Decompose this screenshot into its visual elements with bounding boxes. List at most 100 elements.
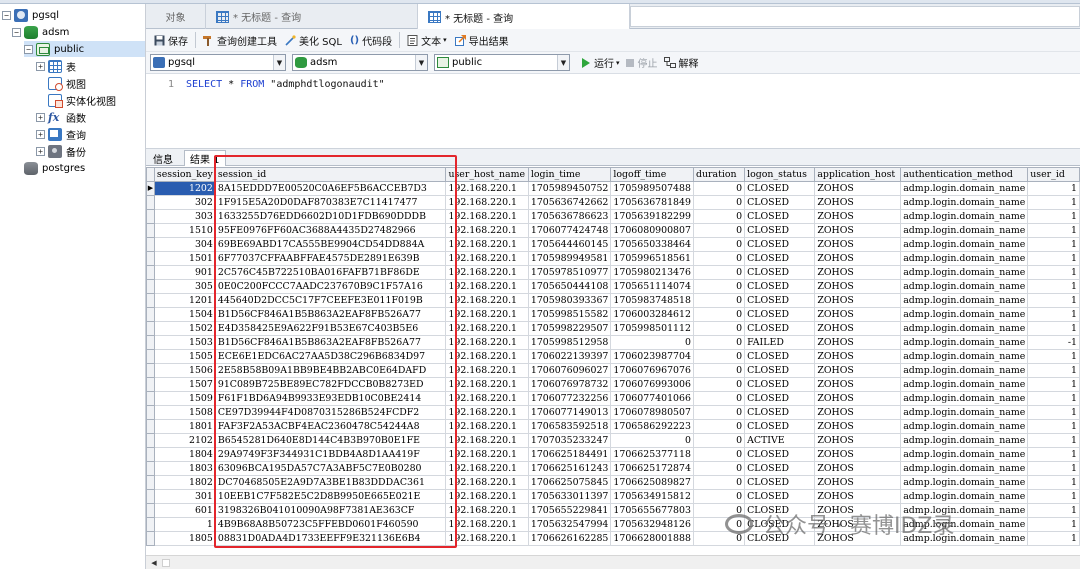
table-row[interactable]: 1510 95FE0976FF60AC3688A4435D27482966 192.… (146, 223, 1080, 238)
cell-duration[interactable]: 0 (692, 307, 746, 322)
cell-logoff-time[interactable]: 0 (610, 433, 694, 448)
cell-login-time[interactable]: 1705636786623 (527, 209, 612, 224)
cell-application-host[interactable]: ZOHOS (814, 279, 902, 294)
cell-user-id[interactable]: 1 (1027, 293, 1080, 308)
table-row[interactable]: 1501 6F77037CFFAABFFAE4575DE2891E639B 192.… (146, 251, 1080, 266)
table-row[interactable]: 1201 445640D2DCC5C17F7CEEFE3E011F019B 192.… (146, 293, 1080, 308)
cell-user-id[interactable]: 1 (1027, 307, 1080, 322)
expand-icon[interactable]: + (36, 61, 45, 71)
cell-user-id[interactable]: 1 (1027, 363, 1080, 378)
cell-user-host-name[interactable]: 192.168.220.1 (445, 223, 529, 238)
cell-session-key[interactable]: 1501 (153, 251, 216, 266)
cell-user-id[interactable]: 1 (1027, 237, 1080, 252)
cell-authentication-method[interactable]: admp.login.domain_name (900, 251, 1029, 266)
cell-session-id[interactable]: 6F77037CFFAABFFAE4575DE2891E639B (214, 251, 447, 266)
cell-duration[interactable]: 0 (692, 251, 746, 266)
tree-schema-public[interactable]: − public (24, 41, 145, 57)
cell-session-key[interactable]: 601 (153, 503, 216, 518)
column-header-login-time[interactable]: login_time (527, 167, 612, 182)
cell-logon-status[interactable]: CLOSED (744, 391, 816, 406)
cell-logon-status[interactable]: CLOSED (744, 447, 816, 462)
cell-user-id[interactable]: 1 (1027, 489, 1080, 504)
cell-application-host[interactable]: ZOHOS (814, 293, 902, 308)
cell-login-time[interactable]: 1706626162285 (527, 531, 612, 546)
cell-authentication-method[interactable]: admp.login.domain_name (900, 419, 1029, 434)
cell-logon-status[interactable]: CLOSED (744, 251, 816, 266)
cell-logon-status[interactable]: CLOSED (744, 265, 816, 280)
cell-session-key[interactable]: 302 (153, 195, 216, 210)
expand-icon[interactable]: + (36, 146, 45, 156)
cell-logoff-time[interactable]: 1706625377118 (610, 447, 694, 462)
cell-user-host-name[interactable]: 192.168.220.1 (445, 237, 529, 252)
cell-user-id[interactable]: 1 (1027, 405, 1080, 420)
cell-session-key[interactable]: 1805 (153, 531, 216, 546)
cell-authentication-method[interactable]: admp.login.domain_name (900, 181, 1029, 196)
row-indicator[interactable] (146, 279, 155, 294)
cell-session-id[interactable]: 2E58B58B09A1BB9BE4BB2ABC0E64DAFD (214, 363, 447, 378)
stop-button[interactable]: 停止 (625, 55, 658, 70)
cell-logoff-time[interactable]: 1705980213476 (610, 265, 694, 280)
column-header-application-host[interactable]: application_host (814, 167, 902, 182)
cell-user-host-name[interactable]: 192.168.220.1 (445, 531, 529, 546)
cell-duration[interactable]: 0 (692, 265, 746, 280)
cell-duration[interactable]: 0 (692, 335, 746, 350)
table-row[interactable]: 1801 FAF3F2A53ACBF4EAC2360478C54244A8 192.… (146, 419, 1080, 434)
cell-session-key[interactable]: 1508 (153, 405, 216, 420)
row-indicator[interactable] (146, 377, 155, 392)
cell-session-key[interactable]: 303 (153, 209, 216, 224)
cell-session-id[interactable]: 0E0C200FCCC7AADC237670B9C1F57A16 (214, 279, 447, 294)
cell-login-time[interactable]: 1706076096027 (527, 363, 612, 378)
cell-user-host-name[interactable]: 192.168.220.1 (445, 489, 529, 504)
cell-logon-status[interactable]: CLOSED (744, 475, 816, 490)
cell-authentication-method[interactable]: admp.login.domain_name (900, 307, 1029, 322)
cell-session-id[interactable]: 445640D2DCC5C17F7CEEFE3E011F019B (214, 293, 447, 308)
cell-logon-status[interactable]: CLOSED (744, 209, 816, 224)
cell-logon-status[interactable]: CLOSED (744, 181, 816, 196)
row-indicator[interactable] (146, 321, 155, 336)
cell-duration[interactable]: 0 (692, 195, 746, 210)
cell-authentication-method[interactable]: admp.login.domain_name (900, 237, 1029, 252)
beautify-sql-button[interactable]: 美化 SQL (281, 31, 346, 50)
table-row[interactable]: 304 69BE69ABD17CA555BE9904CD54DD884A 192.1… (146, 237, 1080, 252)
cell-session-key[interactable]: 1 (153, 517, 216, 532)
cell-user-host-name[interactable]: 192.168.220.1 (445, 405, 529, 420)
cell-application-host[interactable]: ZOHOS (814, 461, 902, 476)
cell-application-host[interactable]: ZOHOS (814, 349, 902, 364)
cell-session-id[interactable]: E4D358425E9A622F91B53E67C403B5E6 (214, 321, 447, 336)
cell-session-id[interactable]: 95FE0976FF60AC3688A4435D27482966 (214, 223, 447, 238)
cell-logon-status[interactable]: CLOSED (744, 489, 816, 504)
cell-session-key[interactable]: 1510 (153, 223, 216, 238)
cell-duration[interactable]: 0 (692, 391, 746, 406)
cell-application-host[interactable]: ZOHOS (814, 419, 902, 434)
cell-authentication-method[interactable]: admp.login.domain_name (900, 321, 1029, 336)
row-indicator[interactable] (146, 433, 155, 448)
table-row[interactable]: 1503 B1D56CF846A1B5B863A2EAF8FB526A77 192.… (146, 335, 1080, 350)
cell-user-host-name[interactable]: 192.168.220.1 (445, 279, 529, 294)
cell-user-host-name[interactable]: 192.168.220.1 (445, 335, 529, 350)
cell-authentication-method[interactable]: admp.login.domain_name (900, 223, 1029, 238)
table-row[interactable]: 305 0E0C200FCCC7AADC237670B9C1F57A16 192.1… (146, 279, 1080, 294)
cell-logoff-time[interactable]: 1706003284612 (610, 307, 694, 322)
cell-authentication-method[interactable]: admp.login.domain_name (900, 461, 1029, 476)
tab-query-2[interactable]: * 无标题 - 查询 (418, 4, 630, 30)
cell-user-host-name[interactable]: 192.168.220.1 (445, 251, 529, 266)
cell-session-id[interactable]: 91C089B725BE89EC782FDCCB0B8273ED (214, 377, 447, 392)
cell-session-key[interactable]: 901 (153, 265, 216, 280)
cell-session-key[interactable]: 1504 (153, 307, 216, 322)
column-header-session-id[interactable]: session_id (214, 167, 447, 182)
cell-user-id[interactable]: 1 (1027, 349, 1080, 364)
schema-select[interactable]: public ▼ (434, 54, 570, 71)
cell-user-id[interactable]: 1 (1027, 391, 1080, 406)
cell-duration[interactable]: 0 (692, 181, 746, 196)
cell-logon-status[interactable]: CLOSED (744, 461, 816, 476)
cell-login-time[interactable]: 1706625161243 (527, 461, 612, 476)
collapse-icon[interactable]: − (24, 44, 33, 54)
cell-duration[interactable]: 0 (692, 433, 746, 448)
cell-application-host[interactable]: ZOHOS (814, 209, 902, 224)
cell-logoff-time[interactable]: 1705655677803 (610, 503, 694, 518)
cell-user-host-name[interactable]: 192.168.220.1 (445, 461, 529, 476)
row-indicator[interactable] (146, 531, 155, 546)
table-row[interactable]: ▶ 1202 8A15EDDD7E00520C0A6EF5B6ACCEB7D3 192… (146, 181, 1080, 196)
run-button[interactable]: 运行 ▾ (582, 55, 620, 70)
cell-application-host[interactable]: ZOHOS (814, 475, 902, 490)
